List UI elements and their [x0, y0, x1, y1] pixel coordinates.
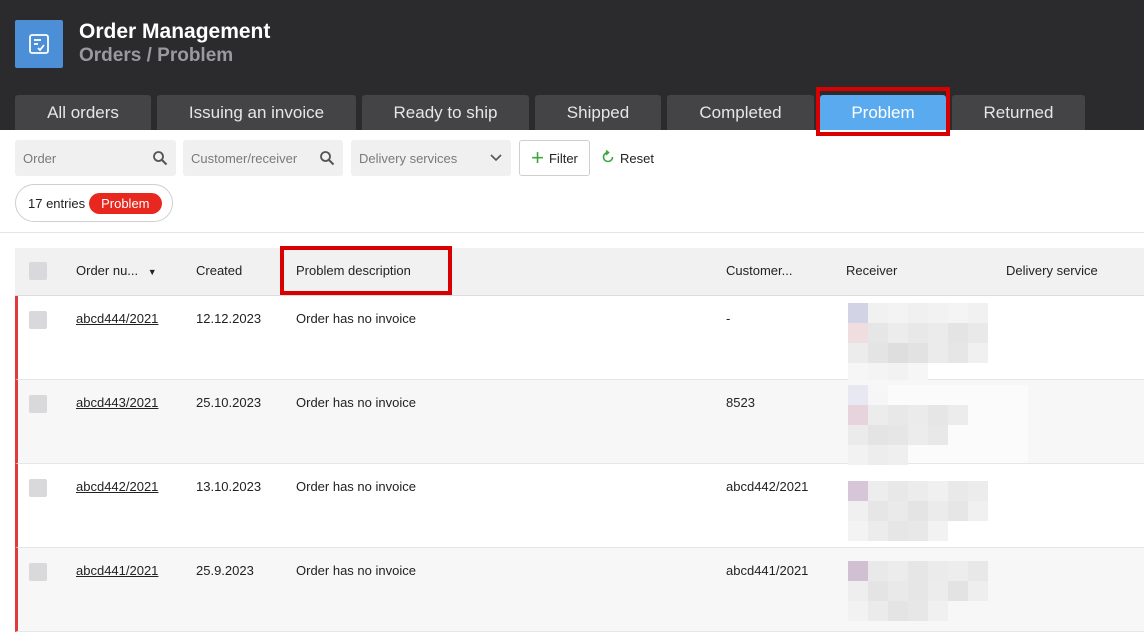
order-search-placeholder: Order	[23, 150, 57, 166]
delivery-services-placeholder: Delivery services	[359, 150, 458, 166]
customer-search-placeholder: Customer/receiver	[191, 150, 298, 166]
tab-returned[interactable]: Returned	[952, 95, 1085, 130]
column-header-created[interactable]: Created	[196, 263, 242, 278]
table-row[interactable]: abcd443/2021 25.10.2023 Order has no inv…	[15, 380, 1144, 465]
row-checkbox[interactable]	[29, 311, 47, 329]
reset-icon	[601, 149, 615, 167]
tab-highlight-box	[816, 87, 950, 136]
chevron-down-icon	[489, 151, 503, 168]
redacted-receiver	[848, 553, 1028, 631]
table-row[interactable]: abcd441/2021 25.9.2023 Order has no invo…	[15, 548, 1144, 632]
select-all-checkbox[interactable]	[29, 262, 47, 280]
tab-all-orders[interactable]: All orders	[15, 95, 151, 130]
reset-button[interactable]: Reset	[601, 147, 654, 169]
row-checkbox[interactable]	[29, 563, 47, 581]
problem-description: Order has no invoice	[296, 563, 416, 578]
filter-button-label: Filter	[548, 150, 578, 166]
created-date: 25.10.2023	[196, 395, 262, 410]
redacted-receiver	[848, 385, 1028, 465]
plus-icon: +	[531, 145, 544, 170]
created-date: 12.12.2023	[196, 311, 262, 326]
delivery-services-select[interactable]: Delivery services	[351, 140, 511, 176]
order-document-icon	[15, 20, 63, 68]
sort-desc-icon: ▼	[147, 267, 157, 277]
created-date: 13.10.2023	[196, 479, 262, 494]
tab-issuing-an-invoice[interactable]: Issuing an invoice	[157, 95, 356, 130]
problem-description: Order has no invoice	[296, 395, 416, 410]
app-header: Order Management Orders / Problem All or…	[0, 0, 1144, 130]
page-title: Order Management	[79, 20, 271, 43]
customer-value: 8523	[726, 395, 755, 410]
table-row[interactable]: abcd442/2021 13.10.2023 Order has no inv…	[15, 464, 1144, 548]
customer-receiver-search-input[interactable]: Customer/receiver	[183, 140, 343, 176]
row-checkbox[interactable]	[29, 479, 47, 497]
column-highlight-box	[280, 246, 452, 295]
redacted-receiver	[848, 469, 1028, 547]
problem-description: Order has no invoice	[296, 311, 416, 326]
reset-button-label: Reset	[620, 150, 654, 166]
status-badge: Problem	[89, 192, 162, 214]
column-header-receiver[interactable]: Receiver	[846, 263, 897, 278]
search-icon	[319, 150, 335, 169]
row-checkbox[interactable]	[29, 395, 47, 413]
divider	[0, 232, 1144, 233]
order-number-link[interactable]: abcd444/2021	[76, 311, 158, 326]
column-header-order-number[interactable]: Order nu... ▼	[76, 263, 157, 278]
tab-completed[interactable]: Completed	[667, 95, 814, 130]
search-icon	[152, 150, 168, 169]
breadcrumb: Orders / Problem	[79, 45, 234, 66]
customer-value: abcd442/2021	[726, 479, 809, 494]
order-number-link[interactable]: abcd442/2021	[76, 479, 158, 494]
customer-value: -	[726, 311, 731, 326]
customer-value: abcd441/2021	[726, 563, 809, 578]
created-date: 25.9.2023	[196, 563, 254, 578]
redacted-receiver	[848, 301, 1028, 383]
table-row[interactable]: abcd444/2021 12.12.2023 Order has no inv…	[15, 296, 1144, 383]
tab-shipped[interactable]: Shipped	[535, 95, 661, 130]
order-number-link[interactable]: abcd441/2021	[76, 563, 158, 578]
order-search-input[interactable]: Order	[15, 140, 176, 176]
table-header: Order nu... ▼ Created Problem descriptio…	[15, 248, 1144, 296]
problem-description: Order has no invoice	[296, 479, 416, 494]
entries-count: 17 entries	[28, 195, 86, 211]
column-header-customer[interactable]: Customer...	[726, 263, 792, 278]
order-number-link[interactable]: abcd443/2021	[76, 395, 158, 410]
entries-summary: 17 entries Problem	[15, 184, 173, 222]
column-header-delivery-service[interactable]: Delivery service	[1006, 263, 1098, 278]
filter-button[interactable]: + Filter	[519, 140, 590, 176]
tab-ready-to-ship[interactable]: Ready to ship	[362, 95, 529, 130]
